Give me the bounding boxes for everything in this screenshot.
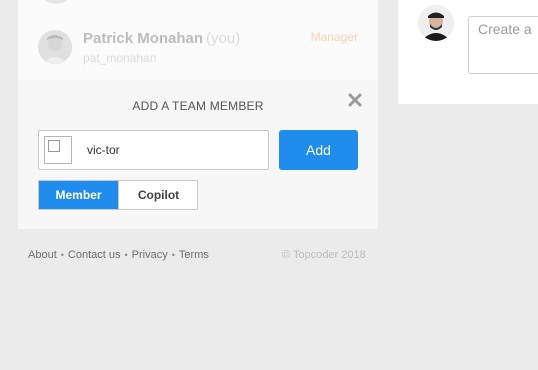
role-copilot-option[interactable]: Copilot xyxy=(118,181,198,209)
member-role-badge: Manager xyxy=(310,30,358,44)
footer-terms-link[interactable]: Terms xyxy=(179,249,209,261)
project-page: Patrick Monahan (you) pat_monahan Manager… xyxy=(0,0,538,370)
add-member-title: ADD A TEAM MEMBER xyxy=(132,99,264,113)
comment-panel: Create a xyxy=(398,0,538,104)
close-icon[interactable] xyxy=(347,92,363,108)
you-tag: (you) xyxy=(206,30,241,47)
previous-member-avatar xyxy=(38,0,74,4)
comment-input[interactable]: Create a xyxy=(468,16,538,74)
role-member-option[interactable]: Member xyxy=(39,181,118,209)
footer-links: About • Contact us • Privacy • Terms xyxy=(28,249,209,261)
footer-contact-link[interactable]: Contact us xyxy=(68,249,121,261)
member-search-input[interactable] xyxy=(87,143,257,157)
separator-dot: • xyxy=(60,250,64,260)
avatar xyxy=(38,30,72,64)
member-name: Patrick Monahan (you) xyxy=(83,30,240,47)
role-toggle: Member Copilot xyxy=(38,180,198,210)
team-member-row[interactable]: Patrick Monahan (you) pat_monahan Manager xyxy=(18,0,378,80)
footer-privacy-link[interactable]: Privacy xyxy=(132,249,168,261)
team-panel: Patrick Monahan (you) pat_monahan Manager… xyxy=(18,0,378,229)
member-handle: pat_monahan xyxy=(83,51,157,65)
footer-about-link[interactable]: About xyxy=(28,249,57,261)
copyright: © Topcoder 2018 xyxy=(282,249,366,261)
comment-placeholder: Create a xyxy=(478,21,532,37)
separator-dot: • xyxy=(124,250,128,260)
user-thumbnail-icon xyxy=(44,136,72,164)
thumbnail-placeholder xyxy=(48,140,60,152)
member-name-text: Patrick Monahan xyxy=(83,30,204,47)
add-button[interactable]: Add xyxy=(279,130,358,170)
member-search-field[interactable] xyxy=(38,130,269,170)
avatar xyxy=(418,5,454,41)
separator-dot: • xyxy=(171,250,175,260)
